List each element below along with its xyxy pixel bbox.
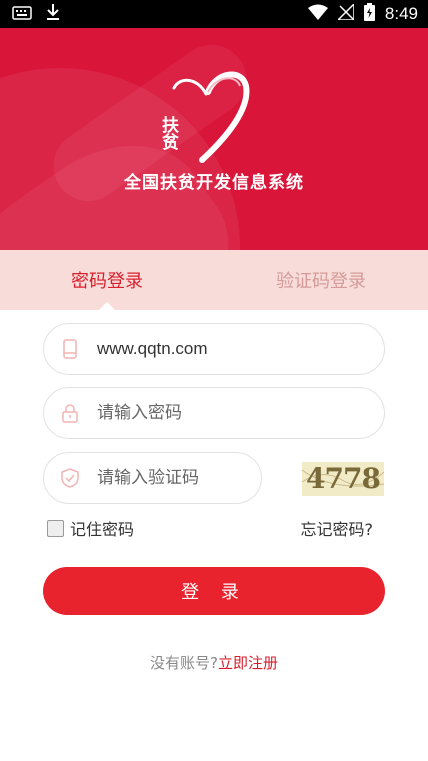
no-signal-icon [336, 2, 355, 24]
lock-icon [59, 402, 81, 424]
phone-icon [59, 338, 81, 360]
status-time: 8:49 [384, 4, 418, 23]
remember-checkbox[interactable] [47, 519, 64, 537]
tab-code-login[interactable]: 验证码登录 [214, 250, 428, 310]
captcha-field-container [43, 452, 262, 504]
username-field-container [43, 323, 385, 375]
wifi-icon [307, 4, 328, 24]
remember-label: 记住密码 [70, 520, 135, 539]
username-input[interactable] [95, 338, 349, 360]
shield-icon [59, 467, 81, 489]
app-header: 扶贫 全国扶贫开发信息系统 [0, 28, 428, 250]
captcha-image[interactable]: 4778 [302, 462, 384, 496]
captcha-input[interactable] [95, 467, 249, 489]
login-button[interactable]: 登 录 [43, 567, 385, 615]
password-field-container [43, 387, 385, 439]
download-icon [46, 3, 60, 25]
logo-text: 扶贫 [158, 115, 180, 151]
keyboard-icon [12, 5, 32, 24]
forgot-password-link[interactable]: 忘记密码? [301, 516, 374, 540]
tab-label: 密码登录 [71, 271, 143, 292]
register-prompt: 没有账号?立即注册 [0, 652, 428, 673]
battery-charging-icon [363, 3, 375, 25]
register-link[interactable]: 立即注册 [218, 654, 278, 672]
app-title: 全国扶贫开发信息系统 [124, 173, 304, 193]
status-bar: 8:49 [0, 0, 428, 28]
poverty-alleviation-logo: 扶贫 [150, 64, 260, 164]
login-tabs: 密码登录 验证码登录 [0, 250, 428, 311]
register-question: 没有账号? [150, 654, 218, 672]
captcha-text: 4778 [306, 462, 381, 495]
active-tab-pointer [98, 302, 116, 311]
remember-password[interactable]: 记住密码 [47, 516, 134, 540]
tab-label: 验证码登录 [276, 271, 366, 292]
tab-password-login[interactable]: 密码登录 [0, 250, 214, 311]
password-input[interactable] [95, 402, 349, 424]
